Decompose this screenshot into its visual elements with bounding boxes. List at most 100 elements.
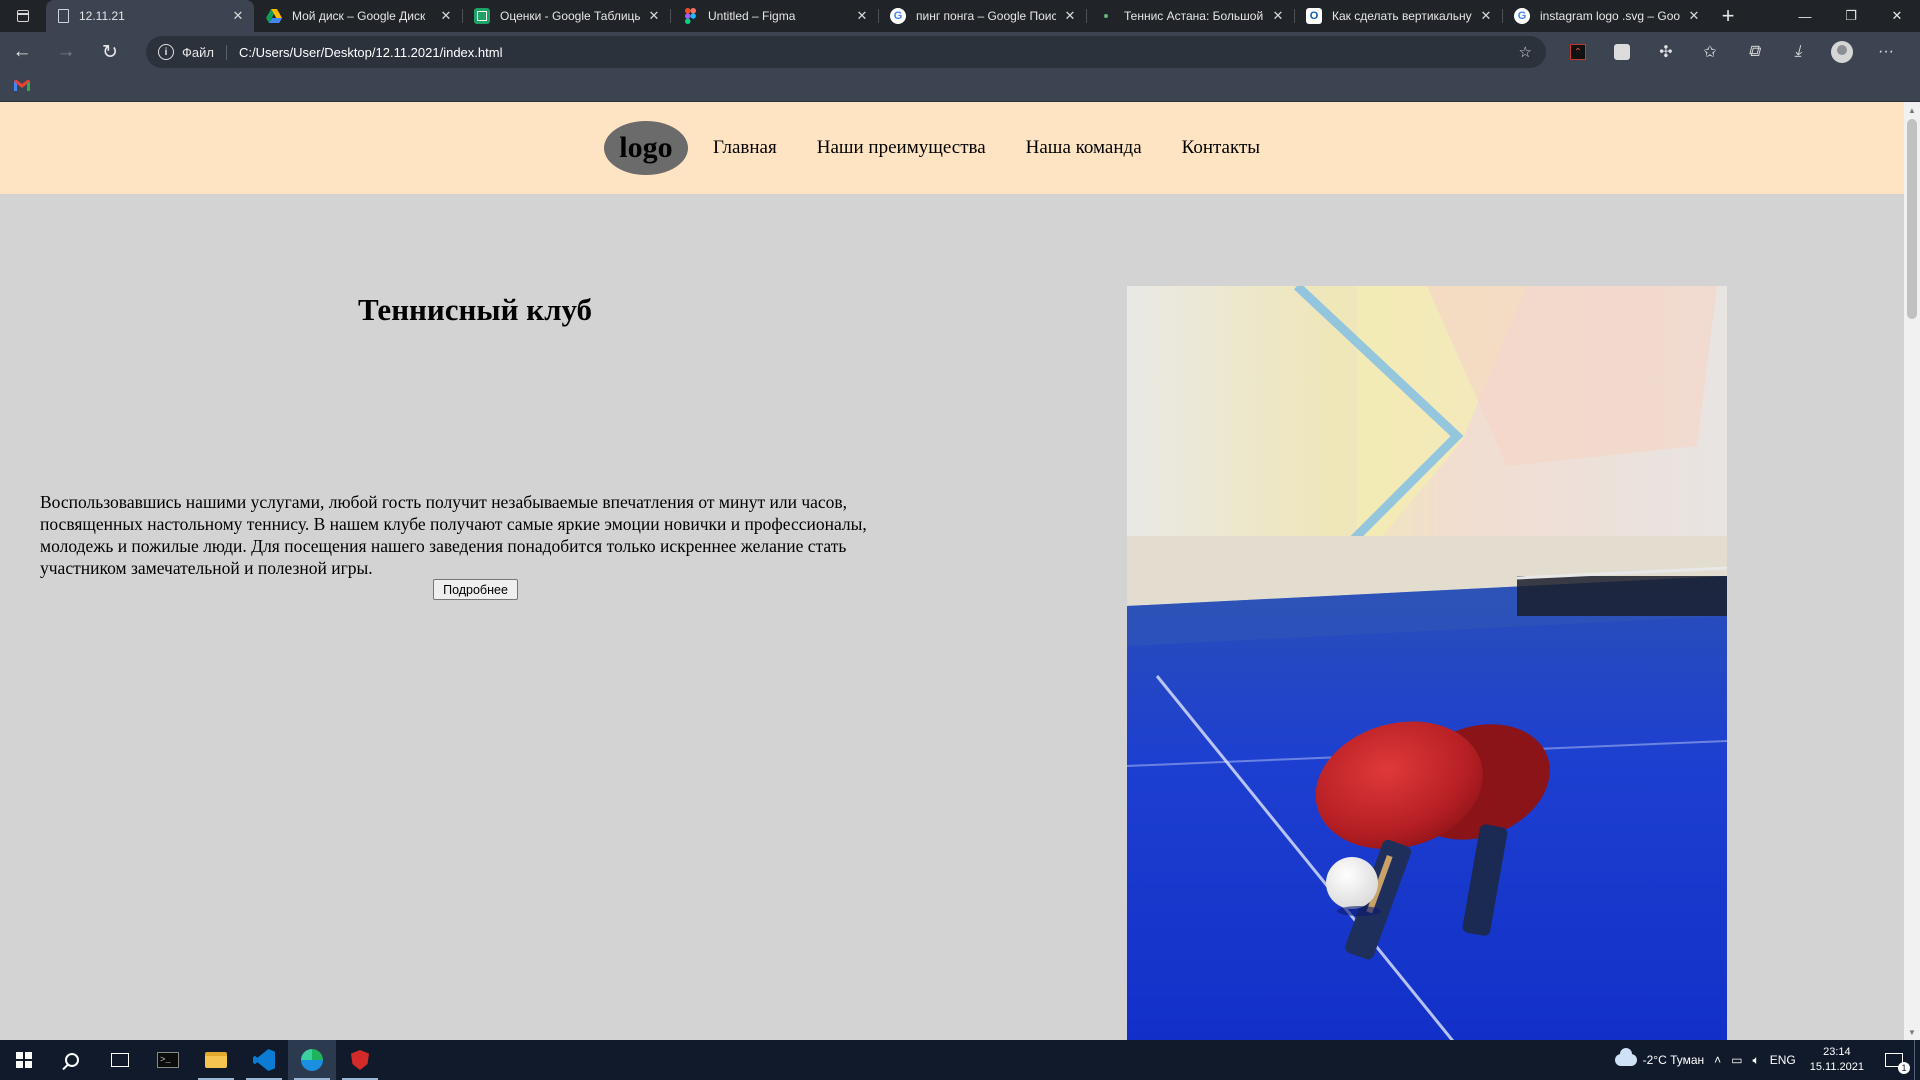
forward-button[interactable]: → bbox=[44, 32, 88, 72]
tab-title: Оценки - Google Таблицы bbox=[500, 9, 640, 23]
file-explorer-app[interactable] bbox=[192, 1040, 240, 1080]
bookmarks-bar bbox=[0, 72, 1920, 102]
nav-link-advantages[interactable]: Наши преимущества bbox=[817, 137, 986, 159]
tab-instagram-logo[interactable]: G instagram logo .svg – Goo ✕ bbox=[1502, 0, 1710, 32]
close-tab-icon[interactable]: ✕ bbox=[1686, 8, 1702, 24]
puzzle-icon: ✣ bbox=[1659, 44, 1673, 61]
page-viewport: logo Главная Наши преимущества Наша кома… bbox=[0, 102, 1904, 1040]
tab-google-drive[interactable]: Мой диск – Google Диск ✕ bbox=[254, 0, 462, 32]
vscode-app[interactable] bbox=[240, 1040, 288, 1080]
clock[interactable]: 23:14 15.11.2021 bbox=[1810, 1045, 1864, 1075]
start-button[interactable] bbox=[0, 1040, 48, 1080]
security-app[interactable] bbox=[336, 1040, 384, 1080]
collections-button[interactable]: ⧉ bbox=[1732, 32, 1776, 72]
browser-toolbar: ← → ↻ i Файл C:/Users/User/Desktop/12.11… bbox=[0, 32, 1920, 72]
gmail-icon[interactable] bbox=[14, 79, 30, 91]
tab-title: Мой диск – Google Диск bbox=[292, 9, 426, 23]
nav-link-team[interactable]: Наша команда bbox=[1026, 137, 1142, 159]
google-drive-icon bbox=[266, 8, 282, 24]
address-bar[interactable]: i Файл C:/Users/User/Desktop/12.11.2021/… bbox=[146, 36, 1546, 68]
edge-app[interactable] bbox=[288, 1040, 336, 1080]
tab-title: 12.11.21 bbox=[79, 9, 125, 23]
reload-button[interactable]: ↻ bbox=[88, 32, 132, 72]
tab-google-search[interactable]: G пинг понга – Google Поиск ✕ bbox=[878, 0, 1086, 32]
favorites-button[interactable]: ✩ bbox=[1688, 32, 1732, 72]
tab-title: Untitled – Figma bbox=[708, 9, 796, 23]
dot-icon bbox=[1098, 8, 1114, 24]
site-o-icon: O bbox=[1306, 8, 1322, 24]
extension-red-button[interactable]: ⌃ bbox=[1556, 32, 1600, 72]
security-app-icon bbox=[351, 1050, 369, 1070]
volume-icon[interactable]: 🔈︎ bbox=[1753, 1053, 1760, 1068]
close-window-button[interactable]: ✕ bbox=[1874, 0, 1920, 32]
show-hidden-icons-icon[interactable]: ˄ bbox=[1714, 1053, 1721, 1067]
collections-icon: ⧉ bbox=[1748, 43, 1760, 60]
task-view-button[interactable] bbox=[96, 1040, 144, 1080]
main-nav: logo Главная Наши преимущества Наша кома… bbox=[603, 121, 1300, 175]
tab-figma[interactable]: Untitled – Figma ✕ bbox=[670, 0, 878, 32]
download-icon: ⤓ bbox=[1794, 43, 1802, 60]
close-tab-icon[interactable]: ✕ bbox=[438, 8, 454, 24]
restore-button[interactable]: ❐ bbox=[1828, 0, 1874, 32]
profile-button[interactable] bbox=[1820, 32, 1864, 72]
downloads-button[interactable]: ⤓ bbox=[1776, 32, 1820, 72]
tab-vertical-howto[interactable]: O Как сделать вертикальную ✕ bbox=[1294, 0, 1502, 32]
intro-paragraph: Воспользовавшись нашими услугами, любой … bbox=[40, 492, 867, 578]
notifications-button[interactable] bbox=[1874, 1040, 1914, 1080]
site-logo[interactable]: logo bbox=[603, 121, 688, 175]
file-explorer-icon bbox=[205, 1052, 227, 1068]
extension-gray-button[interactable] bbox=[1600, 32, 1644, 72]
extension-red-icon: ⌃ bbox=[1570, 44, 1586, 60]
language-indicator[interactable]: ENG bbox=[1770, 1053, 1796, 1067]
figma-icon bbox=[682, 8, 698, 24]
clock-date: 15.11.2021 bbox=[1809, 1061, 1864, 1073]
scroll-down-arrow[interactable]: ▼ bbox=[1904, 1024, 1920, 1040]
tab-title: пинг понга – Google Поиск bbox=[916, 9, 1056, 23]
nav-link-home[interactable]: Главная bbox=[713, 137, 777, 159]
search-icon bbox=[65, 1053, 79, 1067]
more-icon: ··· bbox=[1878, 43, 1894, 60]
close-tab-icon[interactable]: ✕ bbox=[1270, 8, 1286, 24]
add-favorite-icon[interactable]: ☆ bbox=[1519, 43, 1532, 61]
show-desktop-button[interactable] bbox=[1914, 1040, 1920, 1080]
extension-gray-icon bbox=[1614, 44, 1630, 60]
tab-actions-icon bbox=[17, 10, 29, 22]
settings-menu-button[interactable]: ··· bbox=[1864, 32, 1908, 72]
scroll-up-arrow[interactable]: ▲ bbox=[1904, 102, 1920, 118]
google-icon: G bbox=[890, 8, 906, 24]
nav-link-contacts[interactable]: Контакты bbox=[1182, 137, 1260, 159]
close-tab-icon[interactable]: ✕ bbox=[646, 8, 662, 24]
extensions-button[interactable]: ✣ bbox=[1644, 32, 1688, 72]
scheme-label[interactable]: Файл bbox=[182, 44, 227, 60]
tab-title: Теннис Астана: Большой bbox=[1124, 9, 1264, 23]
info-icon[interactable]: i bbox=[158, 44, 174, 60]
tab-strip: 12.11.21 ✕ Мой диск – Google Диск ✕ Оцен… bbox=[0, 0, 1920, 32]
weather-text[interactable]: -2°C Туман bbox=[1643, 1053, 1705, 1067]
table-tennis-rackets-photo bbox=[1127, 286, 1727, 1040]
minimize-button[interactable]: — bbox=[1782, 0, 1828, 32]
weather-cloud-icon[interactable] bbox=[1614, 1048, 1637, 1066]
back-button[interactable]: ← bbox=[0, 32, 44, 72]
terminal-app[interactable]: >_ bbox=[144, 1040, 192, 1080]
google-sheets-icon bbox=[474, 8, 490, 24]
notification-icon bbox=[1885, 1053, 1910, 1074]
close-tab-icon[interactable]: ✕ bbox=[230, 8, 246, 24]
new-tab-button[interactable]: + bbox=[1710, 0, 1746, 32]
window-controls: — ❐ ✕ bbox=[1782, 0, 1920, 32]
tab-actions-button[interactable] bbox=[0, 0, 46, 32]
close-tab-icon[interactable]: ✕ bbox=[854, 8, 870, 24]
tab-tennis-astana[interactable]: Теннис Астана: Большой ✕ bbox=[1086, 0, 1294, 32]
close-tab-icon[interactable]: ✕ bbox=[1478, 8, 1494, 24]
tab-12-11-21[interactable]: 12.11.21 ✕ bbox=[46, 0, 254, 32]
task-view-icon bbox=[111, 1053, 129, 1067]
tab-google-sheets[interactable]: Оценки - Google Таблицы ✕ bbox=[462, 0, 670, 32]
search-button[interactable] bbox=[48, 1040, 96, 1080]
scrollbar-thumb[interactable] bbox=[1907, 119, 1917, 319]
page-scrollbar[interactable]: ▲ ▼ bbox=[1904, 102, 1920, 1040]
network-icon[interactable]: ▭ bbox=[1731, 1053, 1742, 1067]
url-text[interactable]: C:/Users/User/Desktop/12.11.2021/index.h… bbox=[239, 45, 503, 60]
close-tab-icon[interactable]: ✕ bbox=[1062, 8, 1078, 24]
favorites-icon: ✩ bbox=[1703, 44, 1717, 61]
avatar-icon bbox=[1831, 41, 1853, 63]
more-button[interactable]: Подробнее bbox=[433, 579, 518, 600]
